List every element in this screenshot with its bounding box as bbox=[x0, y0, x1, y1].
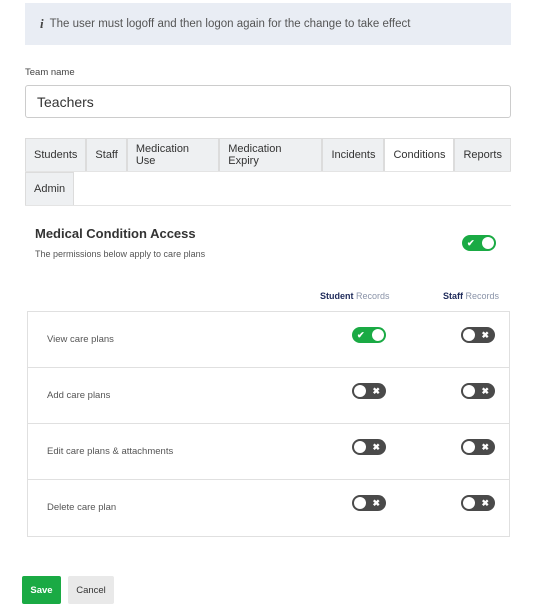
student-records-toggle[interactable]: ✖ bbox=[352, 439, 386, 455]
permissions-table: View care plans ✔ ✖ Add care plans ✖ ✖ Edit ca… bbox=[27, 311, 510, 537]
cancel-button[interactable]: Cancel bbox=[68, 576, 114, 604]
student-records-toggle[interactable]: ✔ bbox=[352, 327, 386, 343]
student-records-toggle[interactable]: ✖ bbox=[352, 495, 386, 511]
permission-label: Edit care plans & attachments bbox=[47, 446, 174, 457]
x-icon: ✖ bbox=[372, 386, 380, 396]
section-subtitle: The permissions below apply to care plan… bbox=[35, 249, 206, 259]
permission-tabs: Students Staff Medication Use Medication Ex… bbox=[25, 138, 511, 206]
x-icon: ✖ bbox=[372, 442, 380, 452]
staff-records-header: Staff Records bbox=[443, 291, 500, 301]
x-icon: ✖ bbox=[481, 386, 489, 396]
save-button[interactable]: Save bbox=[22, 576, 61, 604]
info-text: The user must logoff and then logon agai… bbox=[49, 18, 411, 30]
table-row: Delete care plan ✖ ✖ bbox=[28, 480, 509, 536]
tab-medication-use[interactable]: Medication Use bbox=[126, 138, 220, 171]
section-title: Medical Condition Access bbox=[35, 226, 196, 241]
tab-medication-expiry[interactable]: Medication Expiry bbox=[219, 138, 323, 171]
x-icon: ✖ bbox=[372, 498, 380, 508]
student-records-header: Student Records bbox=[320, 291, 390, 301]
permission-label: Delete care plan bbox=[47, 502, 117, 513]
permission-label: View care plans bbox=[47, 334, 114, 345]
tab-incidents[interactable]: Incidents bbox=[322, 138, 385, 171]
staff-records-toggle[interactable]: ✖ bbox=[461, 495, 495, 511]
table-row: Edit care plans & attachments ✖ ✖ bbox=[28, 424, 509, 480]
tab-admin[interactable]: Admin bbox=[25, 172, 75, 205]
team-name-input[interactable] bbox=[25, 85, 511, 118]
staff-records-toggle[interactable]: ✖ bbox=[461, 439, 495, 455]
student-records-toggle[interactable]: ✖ bbox=[352, 383, 386, 399]
info-icon: i bbox=[40, 16, 44, 31]
medical-condition-access-toggle[interactable]: ✔ bbox=[462, 235, 496, 251]
tab-conditions[interactable]: Conditions bbox=[384, 138, 455, 171]
table-row: Add care plans ✖ ✖ bbox=[28, 368, 509, 424]
staff-records-toggle[interactable]: ✖ bbox=[461, 327, 495, 343]
team-name-label: Team name bbox=[25, 67, 75, 78]
staff-records-toggle[interactable]: ✖ bbox=[461, 383, 495, 399]
permission-label: Add care plans bbox=[47, 390, 111, 401]
tab-students[interactable]: Students bbox=[25, 138, 87, 171]
check-icon: ✔ bbox=[467, 238, 475, 248]
x-icon: ✖ bbox=[481, 498, 489, 508]
tab-staff[interactable]: Staff bbox=[86, 138, 127, 171]
x-icon: ✖ bbox=[481, 442, 489, 452]
info-banner: i The user must logoff and then logon aga… bbox=[25, 3, 511, 45]
check-icon: ✔ bbox=[357, 330, 365, 340]
table-row: View care plans ✔ ✖ bbox=[28, 312, 509, 368]
tab-reports[interactable]: Reports bbox=[454, 138, 511, 171]
x-icon: ✖ bbox=[481, 330, 489, 340]
